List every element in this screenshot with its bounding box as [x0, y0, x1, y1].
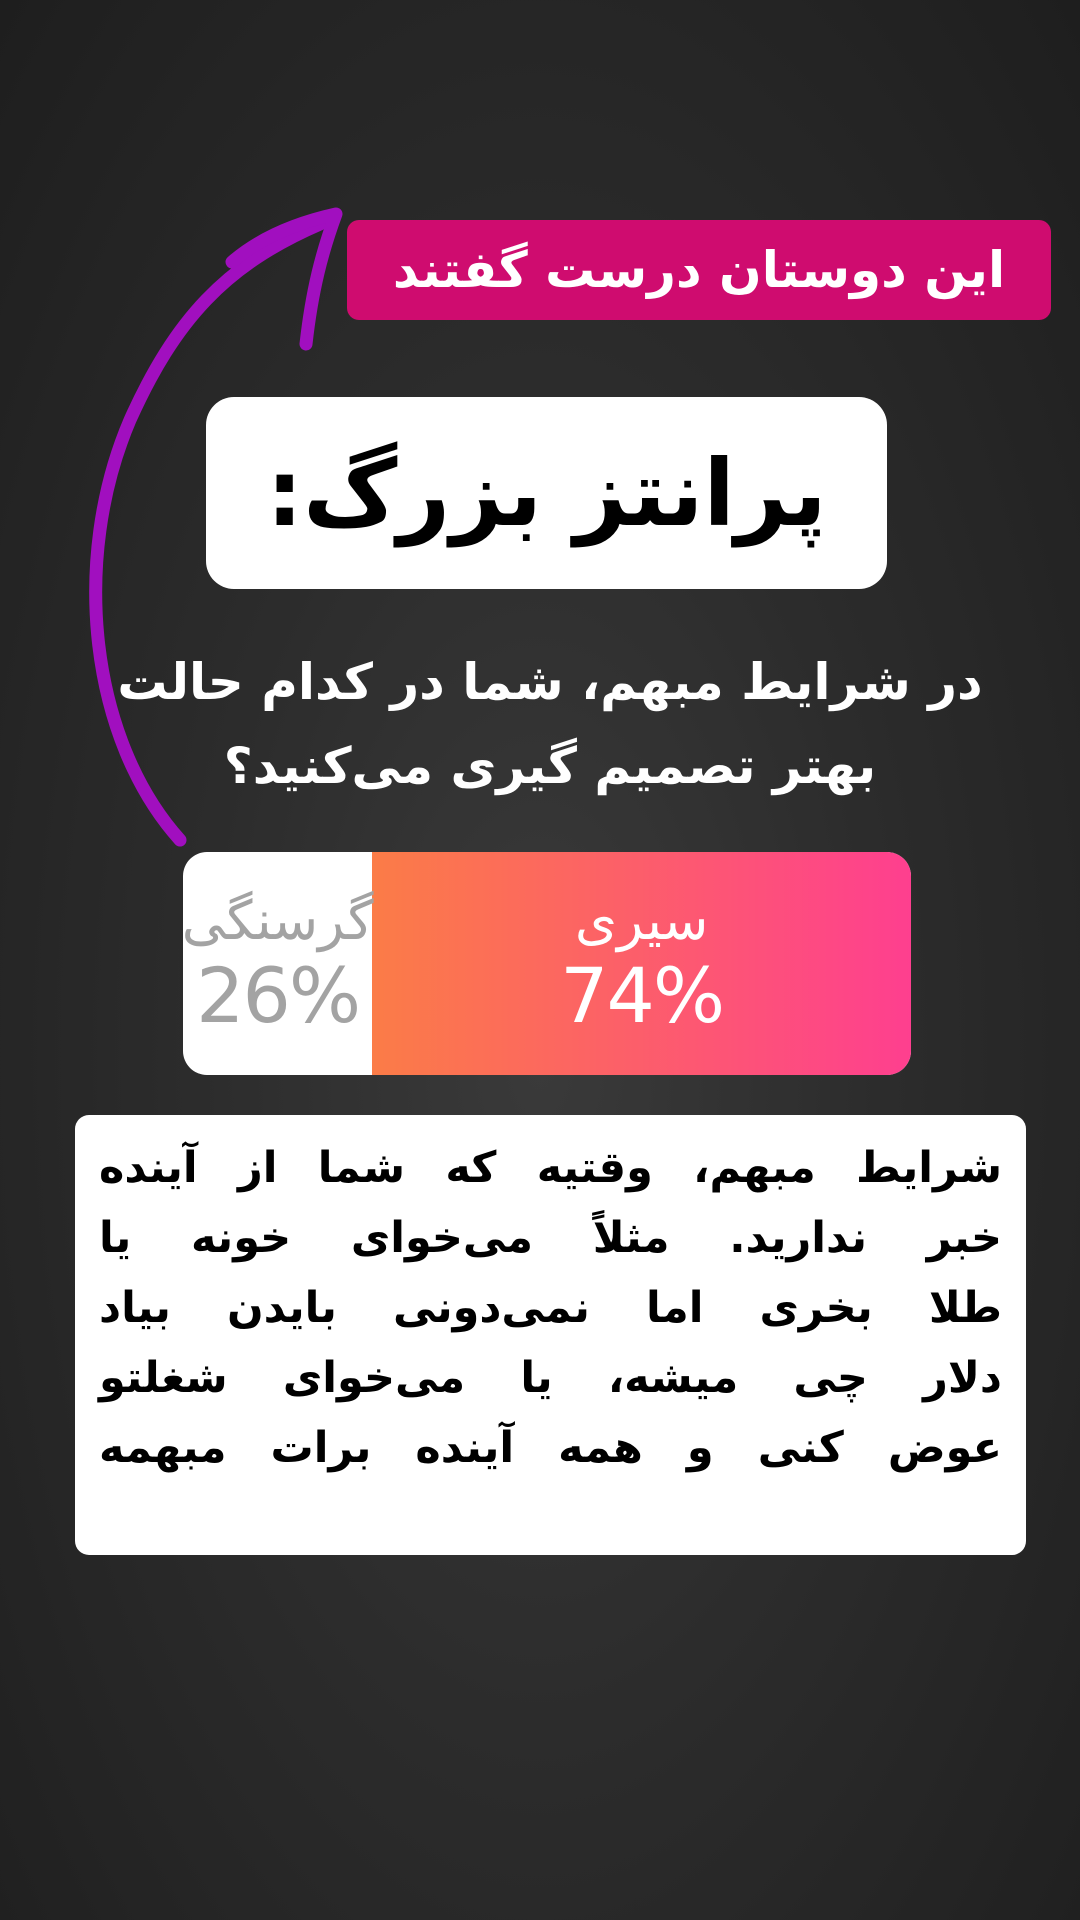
explanation-line-2: خبر ندارید. مثلاً می‌خوای خونه یا: [99, 1213, 1002, 1263]
poll-question-line-1: در شرایط مبهم، شما در کدام حالت: [117, 653, 983, 711]
poll-result-bar: گرسنگی 26% سیری 74%: [183, 852, 911, 1075]
poll-question-line-2: بهتر تصمیم گیری می‌کنید؟: [223, 737, 877, 795]
poll-question: در شرایط مبهم، شما در کدام حالت بهتر تصم…: [80, 640, 1020, 820]
poll-option-hunger: گرسنگی 26%: [183, 852, 374, 1075]
explanation-line-1: شرایط مبهم، وقتیه که شما از آینده: [99, 1143, 1002, 1193]
highlight-tag-text: این دوستان درست گفتند: [392, 241, 1006, 299]
explanation-line-4: دلار چی میشه، یا می‌خوای شغلتو: [99, 1353, 1002, 1403]
page-title-text: پرانتز بزرگ:: [266, 439, 827, 547]
poll-option-hunger-percent: 26%: [196, 950, 361, 1040]
highlight-tag: این دوستان درست گفتند: [347, 220, 1051, 320]
poll-option-fullness-label: سیری: [574, 888, 709, 952]
poll-option-fullness-percent: 74%: [560, 950, 725, 1040]
poll-option-hunger-label: گرسنگی: [183, 888, 374, 952]
poll-option-fullness: سیری 74%: [372, 852, 911, 1075]
explanation-line-3: طلا بخری اما نمی‌دونی بایدن بیاد: [99, 1283, 1002, 1333]
explanation-text-box: شرایط مبهم، وقتیه که شما از آینده خبر ند…: [75, 1115, 1026, 1555]
page-title: پرانتز بزرگ:: [206, 397, 887, 589]
explanation-line-5: عوض کنی و همه آینده برات مبهمه: [99, 1423, 1002, 1473]
